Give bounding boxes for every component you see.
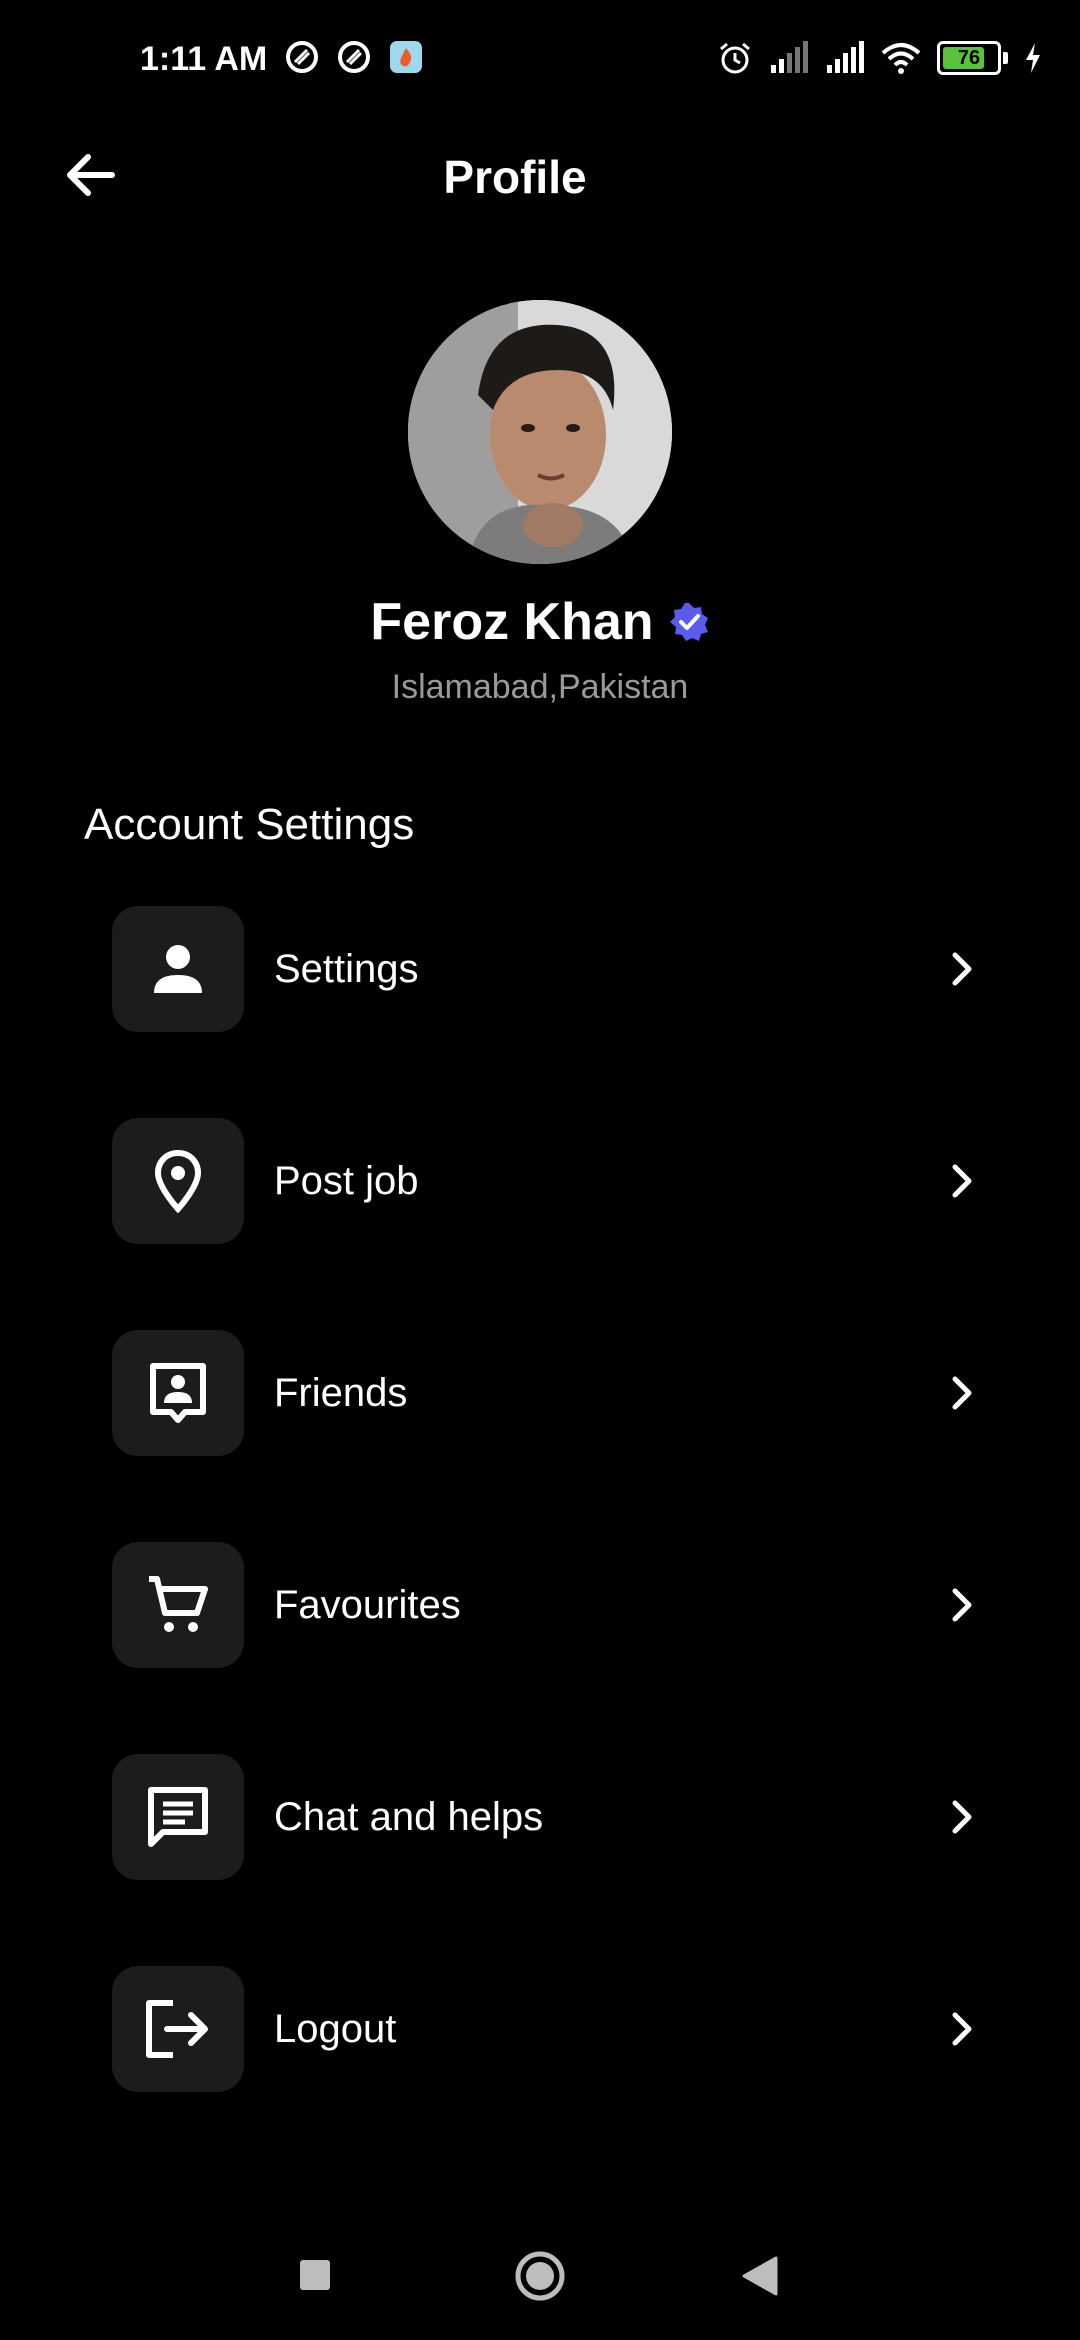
status-bar: 1:11 AM 76 [0,0,1080,125]
cart-icon [149,1576,208,1632]
chevron-right-icon [942,2009,982,2049]
menu-item-logout[interactable]: Logout [112,1966,982,2092]
user-location: Islamabad,Pakistan [391,668,689,706]
recents-button[interactable] [298,2258,332,2297]
chevron-right-icon [942,1585,982,1625]
menu-icon-box [112,1966,244,2092]
back-nav-button[interactable] [742,2256,778,2301]
signal-icon [827,41,864,73]
verified-badge-icon [669,603,708,641]
section-title: Account Settings [84,800,415,849]
user-name: Feroz Khan [370,593,654,651]
logout-icon [146,2000,208,2058]
user-name-row: Feroz Khan [0,592,1080,652]
avatar[interactable] [408,300,672,564]
menu-icon-box [112,1542,244,1668]
menu-icon-box [112,906,244,1032]
chat-icon [148,1787,208,1847]
battery-level: 76 [957,46,981,69]
menu-icon-box [112,1118,244,1244]
location-pin-icon [154,1149,202,1213]
menu-label: Logout [274,2006,397,2051]
system-nav-bar [0,2220,1080,2340]
menu-label: Favourites [274,1582,461,1627]
menu-icon-box [112,1330,244,1456]
signal-icon [771,41,808,73]
chevron-right-icon [942,1797,982,1837]
app-icon [286,41,318,73]
charging-icon [1026,43,1040,73]
notification-app-icon [390,41,422,73]
avatar-image [408,300,672,564]
chevron-right-icon [942,1161,982,1201]
menu-item-post-job[interactable]: Post job [112,1118,982,1244]
menu-item-chat-and-helps[interactable]: Chat and helps [112,1754,982,1880]
person-icon [154,945,202,993]
chevron-right-icon [942,1373,982,1413]
wifi-icon [881,43,921,74]
back-triangle-icon [742,2256,778,2296]
status-time: 1:11 AM [140,40,268,78]
menu-item-settings[interactable]: Settings [112,906,982,1032]
menu-item-favourites[interactable]: Favourites [112,1542,982,1668]
menu-label: Post job [274,1158,419,1203]
menu-label: Settings [274,946,419,991]
page-title: Profile [443,151,587,203]
menu-label: Chat and helps [274,1794,544,1839]
battery-icon: 76 [937,41,1008,75]
home-button[interactable] [514,2250,566,2307]
menu-label: Friends [274,1370,408,1415]
recents-square-icon [300,2260,330,2290]
top-bar: Profile [0,125,1080,225]
home-circle-icon [515,2251,565,2301]
menu-item-friends[interactable]: Friends [112,1330,982,1456]
chevron-right-icon [942,949,982,989]
contact-card-icon [150,1363,206,1423]
app-icon [338,41,370,73]
menu-icon-box [112,1754,244,1880]
status-right-icons: 76 [717,40,1042,76]
status-left-icons [285,40,423,74]
alarm-icon [720,42,750,74]
